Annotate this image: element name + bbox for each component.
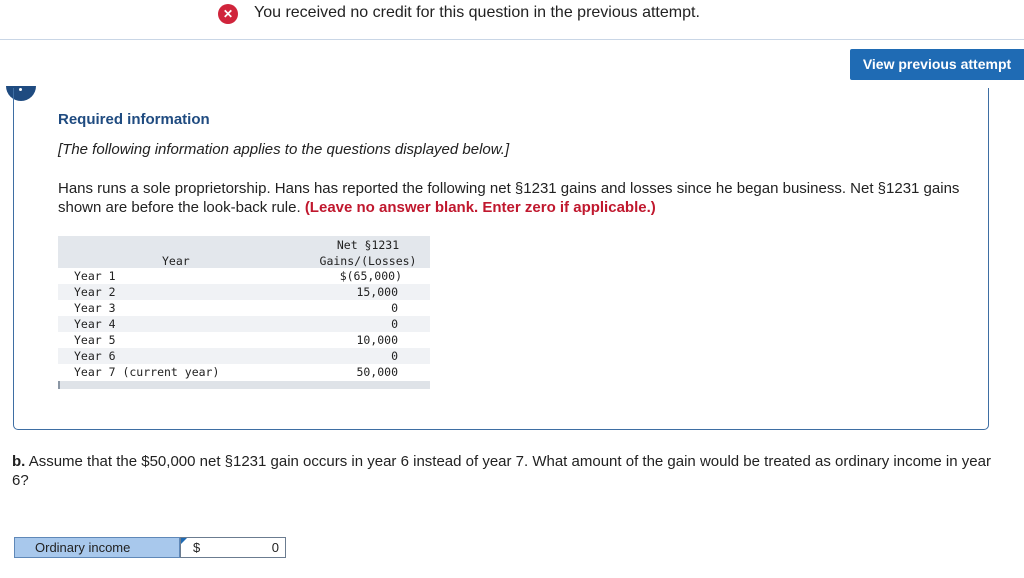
- answer-flag-icon: [181, 538, 187, 544]
- gains-table: Year Net §1231 Gains/(Losses) Year 1 $(65,…: [58, 236, 430, 389]
- question-b: b. Assume that the $50,000 net §1231 gai…: [12, 453, 991, 489]
- banner-message: You received no credit for this question…: [254, 4, 700, 21]
- column-header-year: Year: [162, 254, 190, 268]
- table-row: Year 30: [74, 301, 398, 315]
- table-row: Year 5 10,000: [74, 333, 398, 347]
- table-header: Year Net §1231 Gains/(Losses): [58, 236, 430, 268]
- required-information-title: Required information: [58, 111, 210, 128]
- ordinary-income-label: Ordinary income: [14, 537, 180, 558]
- table-row: Year 1 $(65,000): [74, 269, 402, 283]
- view-previous-attempt-button[interactable]: View previous attempt: [850, 49, 1024, 80]
- table-row: Year 7 (current year) 50,000: [74, 365, 398, 379]
- column-header-gains: Net §1231 Gains/(Losses): [319, 238, 417, 268]
- table-scrollbar[interactable]: [58, 381, 430, 389]
- intro-text: Hans runs a sole proprietorship. Hans ha…: [58, 180, 960, 216]
- table-row: Year 60: [58, 348, 430, 364]
- instruction-text: (Leave no answer blank. Enter zero if ap…: [304, 199, 656, 216]
- result-banner: ✕ You received no credit for this questi…: [0, 0, 1024, 40]
- table-row: Year 40: [58, 316, 430, 332]
- ordinary-income-input[interactable]: $ 0: [180, 537, 286, 558]
- ordinary-income-value[interactable]: 0: [272, 539, 279, 556]
- table-row: Year 2 15,000: [58, 284, 430, 300]
- currency-symbol: $: [193, 540, 201, 555]
- x-circle-icon: ✕: [218, 4, 238, 24]
- required-information-subtitle: [The following information applies to th…: [58, 141, 510, 158]
